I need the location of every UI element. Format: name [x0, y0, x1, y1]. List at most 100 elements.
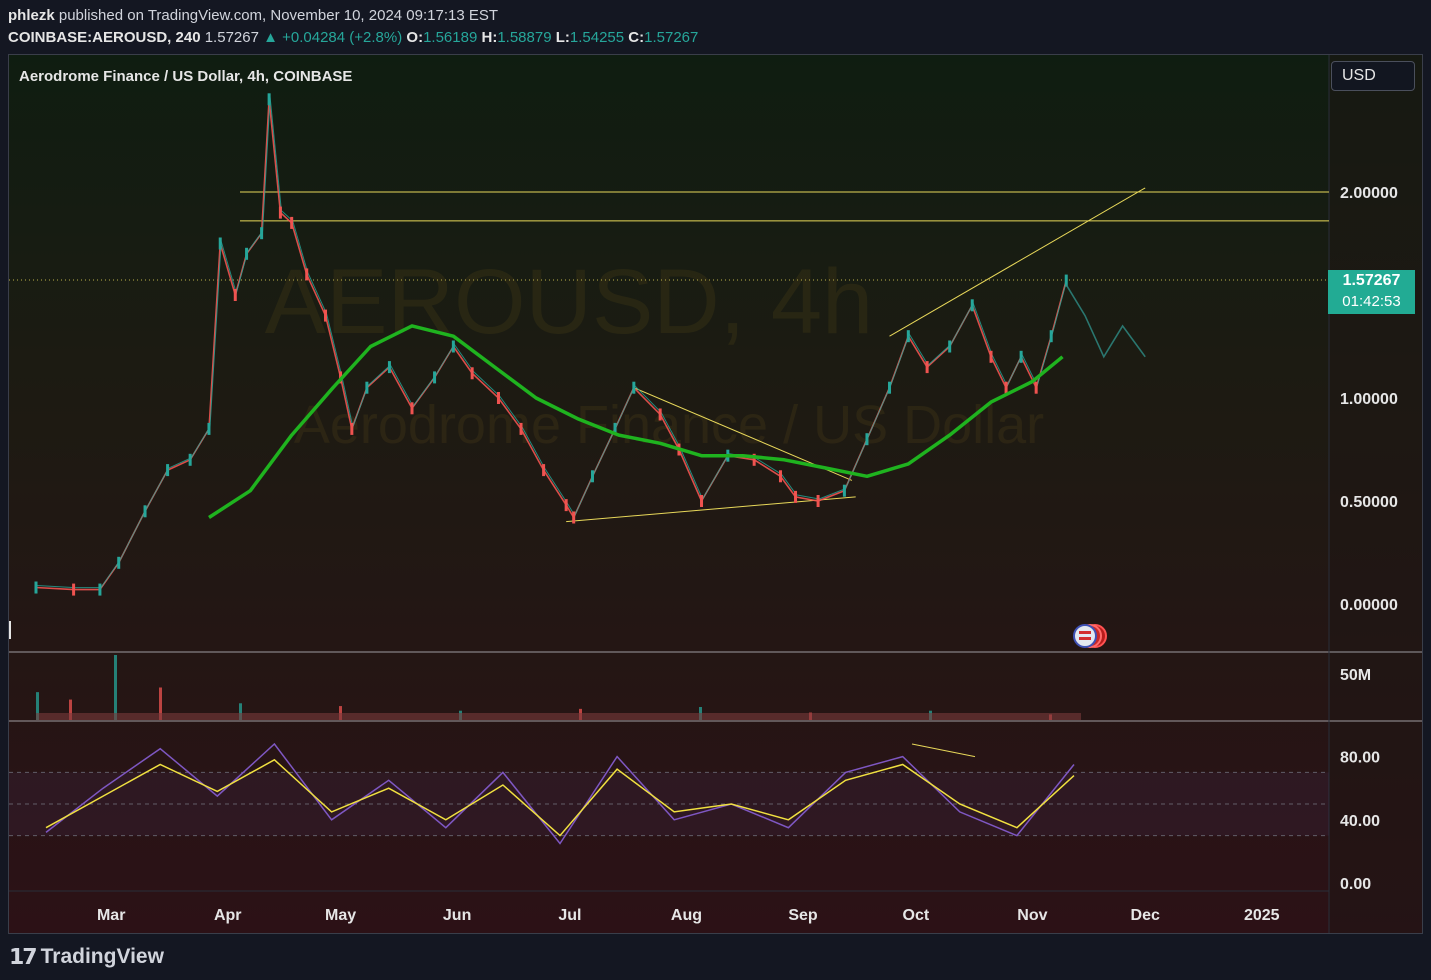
low-value: 1.54255 — [569, 29, 625, 46]
price-candle[interactable] — [948, 340, 952, 353]
price-candle[interactable] — [290, 216, 294, 229]
price-axis-label: 1.00000 — [1340, 391, 1398, 408]
price-candle[interactable] — [888, 381, 892, 394]
price-candle[interactable] — [324, 309, 328, 322]
time-axis-label: Apr — [214, 907, 242, 924]
watermark-symbol: AEROUSD, 4h — [265, 251, 873, 353]
time-axis-label: Oct — [903, 907, 930, 924]
price-candle[interactable] — [906, 330, 910, 343]
price-candle[interactable] — [387, 361, 391, 374]
price-candle[interactable] — [658, 408, 662, 421]
price-candle[interactable] — [700, 495, 704, 507]
us-flag-icon[interactable] — [1073, 624, 1097, 648]
price-candle[interactable] — [410, 402, 414, 415]
price-candle[interactable] — [842, 484, 846, 497]
price-candle[interactable] — [233, 289, 237, 301]
price-candle[interactable] — [794, 490, 798, 503]
price-candle[interactable] — [143, 505, 147, 518]
open-value: 1.56189 — [423, 29, 478, 46]
rsi-axis-label: 80.00 — [1340, 750, 1380, 767]
currency-button[interactable]: USD — [1331, 61, 1415, 91]
high-label: H: — [481, 29, 498, 46]
volume-bar[interactable] — [114, 655, 117, 720]
price-candle[interactable] — [970, 299, 974, 312]
time-axis-label: Jul — [558, 907, 581, 924]
rsi-axis-label: 0.00 — [1340, 876, 1371, 893]
price-candle[interactable] — [1019, 350, 1023, 363]
price-candle[interactable] — [1034, 381, 1038, 394]
chart-canvas[interactable]: AEROUSD, 4h Aerodrome Finance / US Dolla… — [9, 55, 1422, 933]
symbol-label: COINBASE:AEROUSD, 240 — [8, 29, 201, 46]
price-candle[interactable] — [267, 93, 271, 106]
price-candle[interactable] — [188, 453, 192, 466]
tradingview-logo[interactable]: 𝟭𝟳 TradingView — [9, 944, 164, 970]
time-axis-label: May — [325, 907, 356, 924]
publish-date: published on TradingView.com, November 1… — [58, 7, 499, 24]
scroll-marker[interactable] — [9, 621, 11, 639]
price-candle[interactable] — [778, 470, 782, 483]
flag-stripe — [1079, 637, 1091, 640]
price-candle[interactable] — [350, 422, 354, 435]
time-axis-label: Mar — [97, 907, 125, 924]
price-candle[interactable] — [260, 227, 264, 240]
price-candle[interactable] — [989, 350, 993, 363]
time-axis-label: Aug — [671, 907, 702, 924]
price-change: ▲ +0.04284 (+2.8%) — [263, 29, 403, 46]
publish-info: phlezk published on TradingView.com, Nov… — [8, 7, 498, 24]
high-value: 1.58879 — [497, 29, 552, 46]
low-label: L: — [555, 29, 570, 46]
bar-countdown: 01:42:53 — [1342, 293, 1401, 310]
price-candle[interactable] — [564, 499, 568, 512]
price-candle[interactable] — [470, 367, 474, 380]
time-axis-label: Jun — [443, 907, 471, 924]
time-axis-label: Nov — [1017, 907, 1047, 924]
price-candle[interactable] — [1049, 330, 1053, 343]
price-candle[interactable] — [34, 581, 38, 594]
close-value: 1.57267 — [644, 29, 699, 46]
price-candle[interactable] — [496, 392, 500, 404]
price-candle[interactable] — [365, 381, 369, 394]
price-candle[interactable] — [865, 433, 869, 446]
open-label: O: — [406, 29, 424, 46]
event-flags[interactable] — [1073, 624, 1107, 648]
price-candle[interactable] — [278, 206, 282, 219]
rsi-axis-label: 40.00 — [1340, 813, 1380, 830]
symbol-quote-line: COINBASE:AEROUSD, 240 1.57267 ▲ +0.04284… — [8, 29, 698, 46]
price-candle[interactable] — [166, 464, 170, 477]
price-axis-label: 0.00000 — [1340, 597, 1398, 614]
publisher-name[interactable]: phlezk — [8, 7, 55, 24]
price-axis-label: 0.50000 — [1340, 494, 1398, 511]
price-candle[interactable] — [1004, 381, 1008, 394]
price-candle[interactable] — [632, 381, 636, 394]
last-price-value: 1.57267 — [1342, 272, 1401, 289]
price-candle[interactable] — [572, 511, 576, 524]
last-price-tag: 1.57267 01:42:53 — [1328, 270, 1415, 314]
chart-frame[interactable]: AEROUSD, 4h Aerodrome Finance / US Dolla… — [8, 54, 1423, 934]
price-candle[interactable] — [218, 237, 222, 250]
price-candle[interactable] — [72, 583, 76, 596]
price-candle[interactable] — [542, 464, 546, 477]
close-label: C: — [628, 29, 645, 46]
flag-stripe — [1079, 631, 1091, 634]
price-candle[interactable] — [925, 361, 929, 374]
price-candle[interactable] — [98, 583, 102, 596]
chart-legend: Aerodrome Finance / US Dollar, 4h, COINB… — [19, 68, 353, 85]
last-price: 1.57267 — [204, 29, 259, 46]
tradingview-logo-text: TradingView — [40, 945, 164, 968]
price-candle[interactable] — [305, 268, 309, 281]
price-candle[interactable] — [117, 556, 121, 569]
time-axis-label: 2025 — [1244, 907, 1280, 924]
price-candle[interactable] — [519, 422, 523, 435]
volume-baseline-bars — [36, 713, 1081, 720]
price-axis-label: 2.00000 — [1340, 185, 1398, 202]
price-candle[interactable] — [451, 340, 455, 353]
volume-axis-label: 50M — [1340, 667, 1371, 684]
price-candle[interactable] — [245, 247, 249, 260]
price-candle[interactable] — [590, 470, 594, 483]
price-candle[interactable] — [433, 371, 437, 384]
time-axis-label: Dec — [1131, 907, 1160, 924]
tradingview-logo-icon: 𝟭𝟳 — [9, 944, 38, 969]
time-axis-label: Sep — [788, 907, 818, 924]
price-candle[interactable] — [816, 495, 820, 507]
price-candle[interactable] — [207, 422, 211, 435]
